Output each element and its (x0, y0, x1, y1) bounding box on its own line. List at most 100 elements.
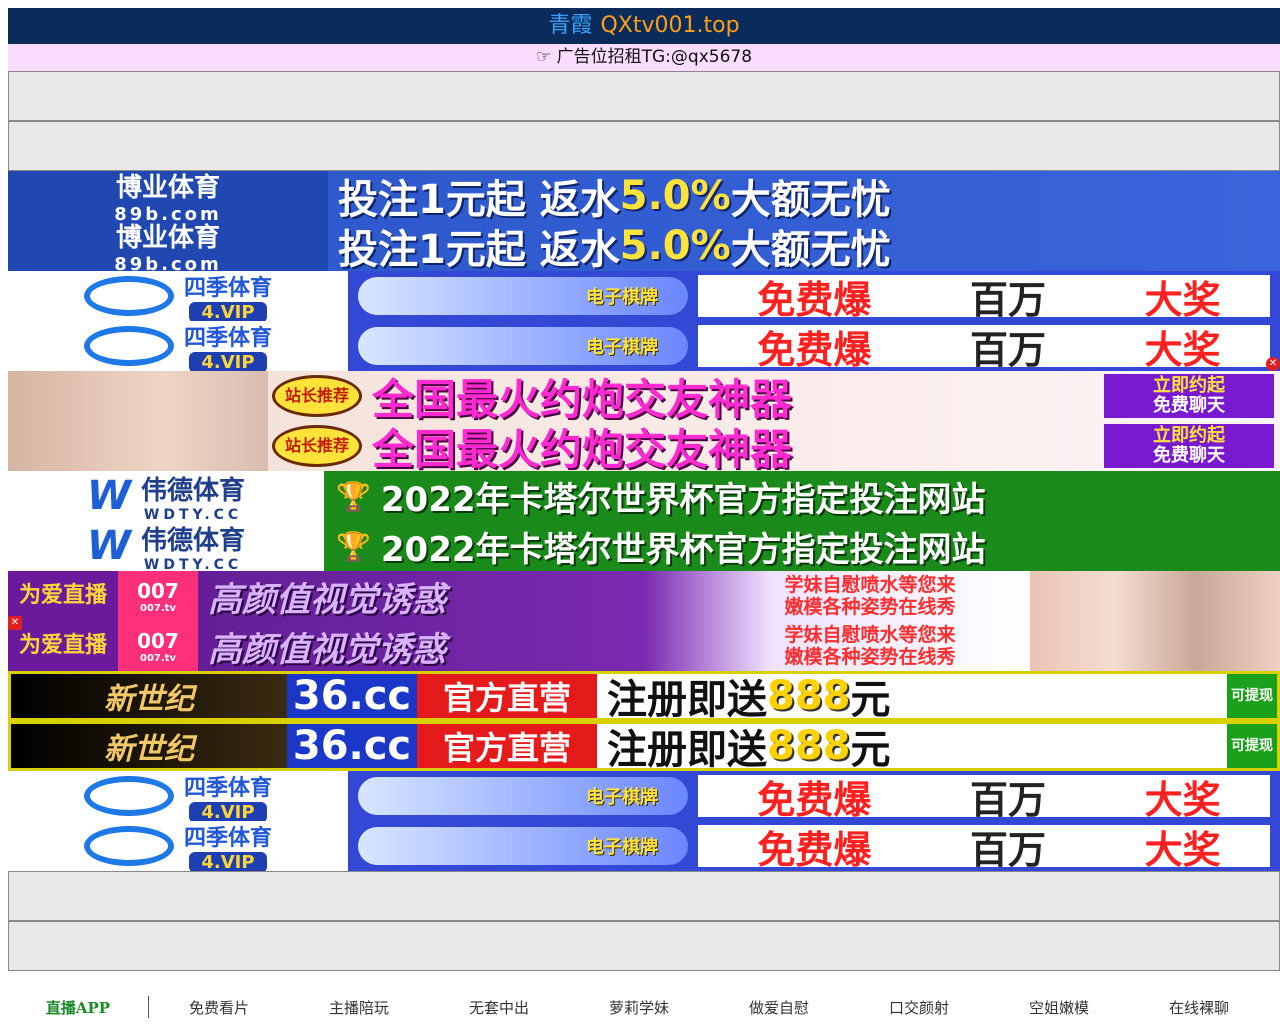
nav-item[interactable]: 口交颜射 (849, 997, 989, 1018)
banner-tv-logo: 007 007.tv (118, 571, 198, 621)
banner-text-2: 百万 (969, 327, 1046, 372)
banner-text: 高颜值视觉诱惑 (208, 629, 446, 670)
banner-text: 2022年卡塔尔世界杯官方指定投注网站 (380, 479, 986, 520)
banner-logo-line2: 4.VIP (189, 351, 267, 371)
nav-item[interactable]: 萝莉学妹 (569, 997, 709, 1018)
banner-text-3: 大奖 (1144, 777, 1221, 822)
banner-cash: 可提现 (1227, 674, 1277, 718)
banner-logo-line1: 四季体育 (183, 775, 272, 801)
site-domain: QXtv001.top (600, 13, 740, 38)
banner-text-b: 大额无忧 (730, 227, 891, 271)
banner-photo (8, 371, 268, 421)
banner-logo-line1: 伟德体育 (141, 525, 246, 556)
banner-text: 高颜值视觉诱惑 (208, 579, 446, 620)
site-title-bar[interactable]: 青霞 QXtv001.top (8, 8, 1280, 44)
banner-logo-line2: 4.VIP (189, 301, 267, 321)
banner-side-line1: 学妹自慰喷水等您来 (784, 574, 956, 596)
banner-logo: 四季体育 4.VIP (8, 321, 348, 371)
banner-logo-line1: 博业体育 (115, 173, 220, 203)
banner-logo: 为爱直播 (8, 571, 118, 621)
banner-cash: 可提现 (1227, 724, 1277, 768)
banner-tv-text: 007 (137, 578, 179, 603)
banner-logo: 新世纪 (11, 674, 287, 718)
banner-logo-line2: 4.VIP (189, 851, 267, 871)
banner-cta-line2: 免费聊天 (1153, 445, 1225, 466)
banner-logo: 新世纪 (11, 724, 287, 768)
ad-banner-36cc[interactable]: 新世纪 36.cc 官方直营 注册即送 888 元 可提现 (8, 671, 1280, 721)
banner-text-a: 注册即送 (607, 677, 767, 721)
banner-logo: W 伟德体育 WDTY.CC (8, 471, 324, 521)
nav-item[interactable]: 免费看片 (149, 997, 289, 1018)
banner-text: 免费爆 百万 大奖 (698, 325, 1270, 371)
banner-logo-line1: 四季体育 (183, 825, 272, 851)
banner-cta-line1: 立即约起 (1153, 375, 1225, 396)
ad-banner-dating[interactable]: 站长推荐 全国最火约炮交友神器 立即约起 免费聊天 (8, 371, 1280, 421)
banner-side-text: 学妹自慰喷水等您来 嫩模各种姿势在线秀 (710, 624, 1030, 668)
banner-tag: 站长推荐 (272, 375, 362, 417)
ad-banner-4vip[interactable]: 四季体育 4.VIP 电子棋牌 免费爆 百万 大奖 (8, 771, 1280, 821)
banner-tv-sub: 007.tv (140, 602, 176, 614)
banner-logo: 四季体育 4.VIP (8, 821, 348, 871)
banner-logo-line2: 4.VIP (189, 801, 267, 821)
banner-text: 全国最火约炮交友神器 (372, 374, 793, 422)
empty-ad-slot (8, 921, 1280, 971)
banner-tv-sub: 007.tv (140, 652, 176, 664)
banner-text-1: 免费爆 (757, 827, 872, 872)
banner-cta-line2: 免费聊天 (1153, 395, 1225, 416)
banner-text-highlight: 888 (767, 673, 851, 719)
category-nav: 直播APP 免费看片 主播陪玩 无套中出 萝莉学妹 做爱自慰 口交颜射 空姐嫩模… (8, 990, 1280, 1024)
banner-text: 投注1元起 返水 5.0% 大额无忧 (328, 221, 1280, 271)
banner-text-a: 投注1元起 返水 (338, 227, 620, 271)
sports-logo-icon (83, 276, 174, 316)
banner-side-text: 学妹自慰喷水等您来 嫩模各种姿势在线秀 (710, 574, 1030, 618)
banner-text-2: 百万 (969, 827, 1046, 872)
ad-banner-wdty[interactable]: W 伟德体育 WDTY.CC 🏆 2022年卡塔尔世界杯官方指定投注网站 (8, 471, 1280, 521)
sports-logo-icon (83, 826, 174, 866)
banner-text-3: 大奖 (1144, 277, 1221, 322)
banner-logo: 四季体育 4.VIP (8, 271, 348, 321)
ad-banner-wdty[interactable]: W 伟德体育 WDTY.CC 🏆 2022年卡塔尔世界杯官方指定投注网站 (8, 521, 1280, 571)
banner-badge: 电子棋牌 (358, 827, 688, 865)
close-icon[interactable]: ✕ (1266, 357, 1280, 371)
banner-text-b: 元 (850, 727, 891, 771)
ad-banner-36cc[interactable]: 新世纪 36.cc 官方直营 注册即送 888 元 可提现 (8, 721, 1280, 771)
banner-badge: 电子棋牌 (358, 327, 688, 365)
wd-logo-icon: W (86, 473, 132, 519)
banner-logo-line2: WDTY.CC (143, 556, 243, 572)
banner-text-1: 免费爆 (757, 277, 872, 322)
nav-item[interactable]: 无套中出 (429, 997, 569, 1018)
trophy-icon: 🏆 (336, 529, 371, 563)
banner-text-b: 元 (850, 677, 891, 721)
ad-banner-89b[interactable]: 博业体育 89b.com 投注1元起 返水 5.0% 大额无忧 (8, 171, 1280, 221)
ad-banner-007[interactable]: 为爱直播 007 007.tv 高颜值视觉诱惑 学妹自慰喷水等您来 嫩模各种姿势在线… (8, 621, 1280, 671)
empty-ad-slot (8, 121, 1280, 171)
site-brand: 青霞 (548, 13, 593, 38)
banner-logo-line1: 四季体育 (183, 325, 272, 351)
banner-text-highlight: 888 (767, 723, 851, 769)
banner-official: 官方直营 (417, 674, 597, 718)
ad-banner-4vip[interactable]: 四季体育 4.VIP 电子棋牌 免费爆 百万 大奖 (8, 271, 1280, 321)
nav-item[interactable]: 主播陪玩 (289, 997, 429, 1018)
nav-item[interactable]: 在线裸聊 (1129, 997, 1269, 1018)
nav-item[interactable]: 空姐嫩模 (989, 997, 1129, 1018)
close-icon[interactable]: ✕ (8, 616, 22, 630)
banner-side-line2: 嫩模各种姿势在线秀 (784, 596, 956, 618)
banner-text: 注册即送 888 元 (597, 724, 1227, 768)
banner-text: 投注1元起 返水 5.0% 大额无忧 (328, 171, 1280, 221)
banner-text-highlight: 5.0% (619, 223, 731, 269)
ad-banner-dating[interactable]: 站长推荐 全国最火约炮交友神器 立即约起 免费聊天 (8, 421, 1280, 471)
ad-banner-007[interactable]: 为爱直播 007 007.tv 高颜值视觉诱惑 学妹自慰喷水等您来 嫩模各种姿势在线… (8, 571, 1280, 621)
banner-logo-line2: 89b.com (114, 254, 222, 271)
ad-banner-4vip[interactable]: 四季体育 4.VIP 电子棋牌 免费爆 百万 大奖 (8, 321, 1280, 371)
ad-banner-4vip[interactable]: 四季体育 4.VIP 电子棋牌 免费爆 百万 大奖 (8, 821, 1280, 871)
banner-text-3: 大奖 (1144, 327, 1221, 372)
nav-item-live-app[interactable]: 直播APP (8, 997, 148, 1018)
ad-rent-notice[interactable]: ☞ 广告位招租TG:@qx5678 (8, 44, 1280, 71)
banner-text: 免费爆 百万 大奖 (698, 825, 1270, 871)
nav-item[interactable]: 做爱自慰 (709, 997, 849, 1018)
ad-banner-89b[interactable]: 博业体育 89b.com 投注1元起 返水 5.0% 大额无忧 (8, 221, 1280, 271)
banner-side-line1: 学妹自慰喷水等您来 (784, 624, 956, 646)
banner-logo-line1: 伟德体育 (141, 475, 246, 506)
banner-badge: 电子棋牌 (358, 777, 688, 815)
sports-logo-icon (83, 326, 174, 366)
